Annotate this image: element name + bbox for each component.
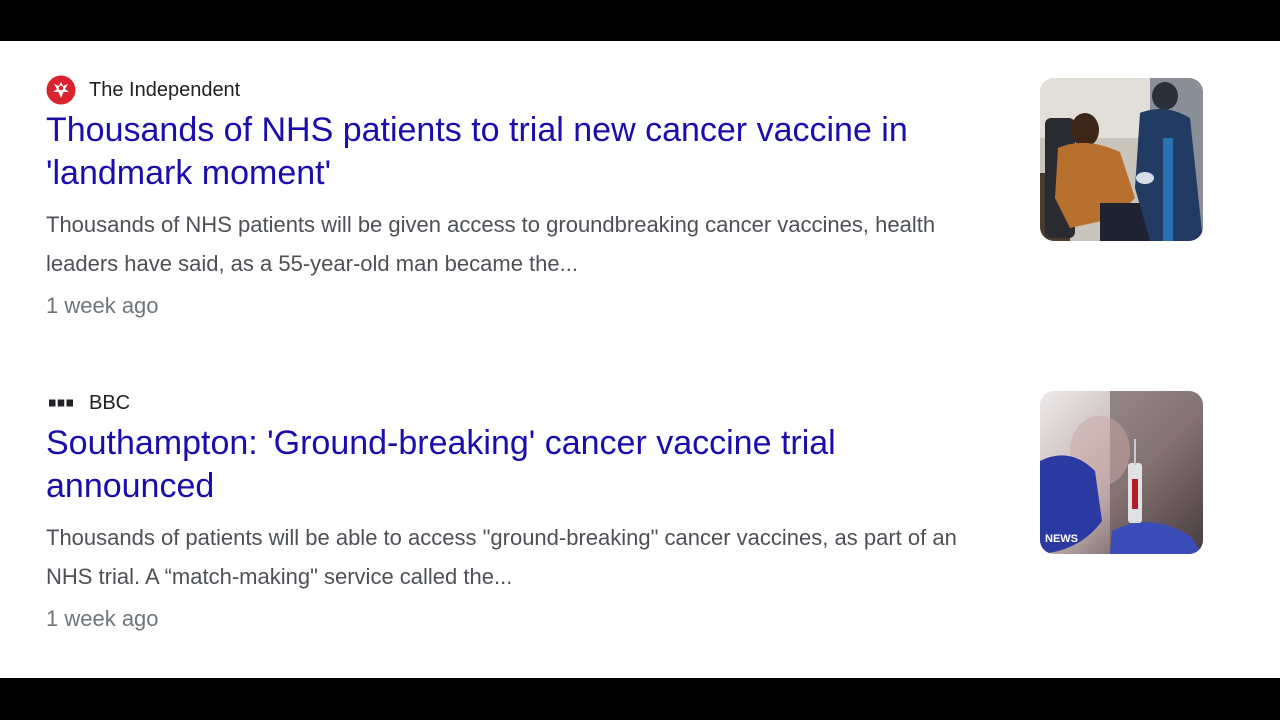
news-result-card: The Independent Thousands of NHS patient… — [46, 75, 1206, 319]
news-result-card: BBC Southampton: 'Ground-breaking' cance… — [46, 388, 1206, 632]
source-name: BBC — [89, 391, 131, 414]
syringe-gloved-hands-photo: NEWS — [1040, 391, 1203, 554]
result-timestamp: 1 week ago — [46, 293, 159, 318]
independent-eagle-icon — [46, 75, 76, 105]
result-snippet: Thousands of NHS patients will be given … — [46, 212, 936, 276]
result-timestamp: 1 week ago — [46, 606, 159, 631]
result-thumbnail[interactable] — [1040, 78, 1203, 241]
news-watermark: NEWS — [1045, 533, 1078, 545]
bbc-logo-icon — [46, 388, 76, 418]
search-results-page: The Independent Thousands of NHS patient… — [0, 41, 1280, 678]
source-name: The Independent — [89, 78, 241, 101]
result-snippet: Thousands of patients will be able to ac… — [46, 525, 957, 589]
result-source[interactable]: BBC — [46, 388, 1206, 418]
patient-receiving-vaccine-photo — [1040, 78, 1203, 241]
result-title-link[interactable]: Southampton: 'Ground-breaking' cancer va… — [46, 422, 966, 508]
result-source[interactable]: The Independent — [46, 75, 1206, 105]
result-thumbnail[interactable]: NEWS — [1040, 391, 1203, 554]
letterbox-bottom — [0, 678, 1280, 720]
result-title-link[interactable]: Thousands of NHS patients to trial new c… — [46, 109, 966, 195]
letterbox-top — [0, 0, 1280, 41]
